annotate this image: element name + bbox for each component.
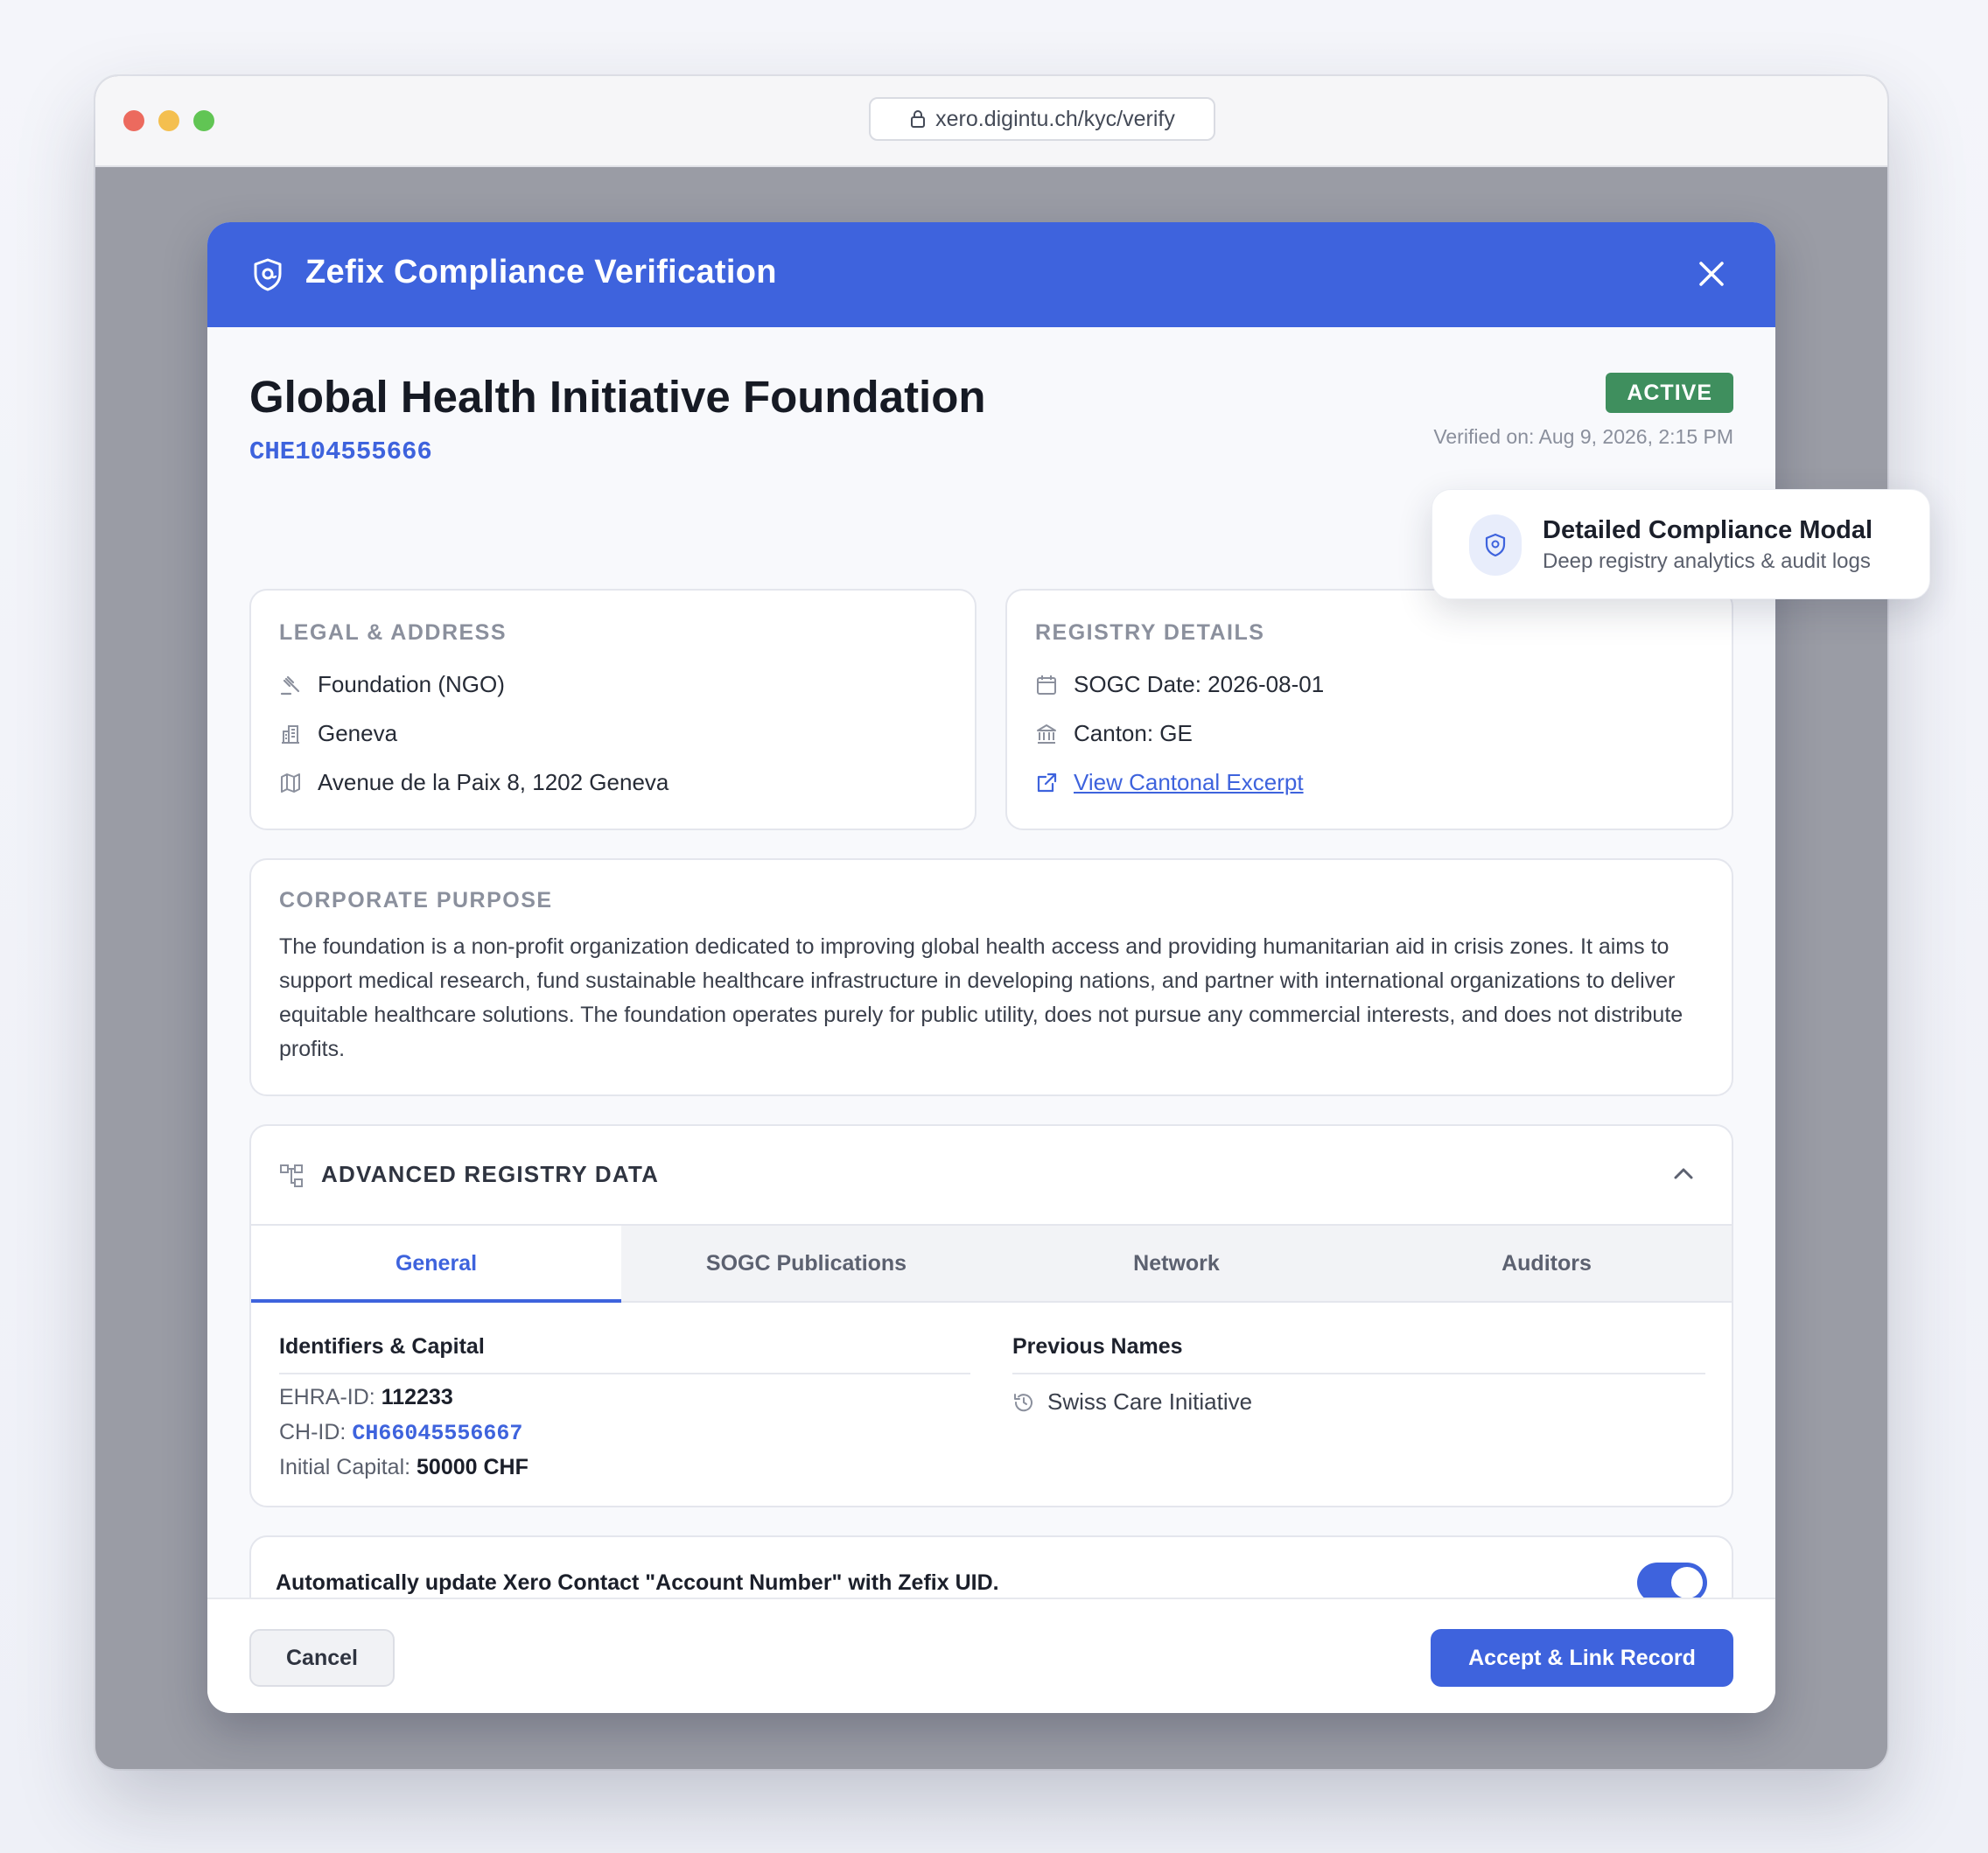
shield-icon xyxy=(254,258,282,291)
window-minimize-dot[interactable] xyxy=(158,110,179,131)
ch-id-value: CH66045556667 xyxy=(352,1421,523,1446)
url-text: xero.digintu.ch/kyc/verify xyxy=(935,106,1175,131)
hierarchy-icon xyxy=(280,1164,303,1187)
entity-uid: CHE104555666 xyxy=(249,437,432,466)
purpose-card-title: CORPORATE PURPOSE xyxy=(279,888,553,913)
accept-link-button[interactable]: Accept & Link Record xyxy=(1431,1629,1733,1687)
institution-icon xyxy=(1037,724,1056,744)
registry-card-title: REGISTRY DETAILS xyxy=(1035,620,1265,645)
capital-row: Initial Capital: 50000 CHF xyxy=(279,1455,528,1480)
address-row: Avenue de la Paix 8, 1202 Geneva xyxy=(279,769,668,796)
advanced-registry-card: ADVANCED REGISTRY DATA General SOGC Publ… xyxy=(249,1124,1733,1507)
excerpt-row[interactable]: View Cantonal Excerpt xyxy=(1035,769,1304,796)
ehra-id-row: EHRA-ID: 112233 xyxy=(279,1385,453,1410)
toggle-knob xyxy=(1671,1567,1703,1598)
corporate-purpose-card: CORPORATE PURPOSE The foundation is a no… xyxy=(249,858,1733,1096)
registry-details-card: REGISTRY DETAILS SOGC Date: 2026-08-01 C… xyxy=(1005,589,1733,830)
ch-id-label: CH-ID: xyxy=(279,1420,346,1444)
browser-window: xero.digintu.ch/kyc/verify Zefix Complia… xyxy=(95,76,1887,1769)
legal-card-title: LEGAL & ADDRESS xyxy=(279,620,508,645)
history-icon xyxy=(1014,1393,1032,1411)
gavel-icon xyxy=(280,675,300,695)
chevron-up-icon[interactable] xyxy=(1670,1161,1697,1187)
compliance-modal: Zefix Compliance Verification Global Hea… xyxy=(207,222,1775,1713)
previous-names-divider xyxy=(1012,1373,1705,1374)
legal-form-text: Foundation (NGO) xyxy=(318,671,505,697)
status-badge: ACTIVE xyxy=(1606,373,1733,413)
previous-names-title: Previous Names xyxy=(1012,1334,1183,1359)
registry-tabs: General SOGC Publications Network Audito… xyxy=(251,1224,1732,1303)
previous-name-text: Swiss Care Initiative xyxy=(1047,1388,1253,1415)
previous-name-item: Swiss Care Initiative xyxy=(1012,1388,1252,1416)
tab-sogc-publications[interactable]: SOGC Publications xyxy=(621,1226,991,1301)
address-bar[interactable]: xero.digintu.ch/kyc/verify xyxy=(869,97,1215,141)
canton-row: Canton: GE xyxy=(1035,720,1193,747)
identifiers-title: Identifiers & Capital xyxy=(279,1334,485,1359)
tab-auditors[interactable]: Auditors xyxy=(1362,1226,1732,1301)
cantonal-excerpt-link[interactable]: View Cantonal Excerpt xyxy=(1074,769,1304,796)
calendar-icon xyxy=(1037,675,1056,695)
sogc-date-text: SOGC Date: 2026-08-01 xyxy=(1074,671,1325,697)
compliance-tooltip: Detailed Compliance Modal Deep registry … xyxy=(1432,489,1930,599)
tooltip-subtitle: Deep registry analytics & audit logs xyxy=(1543,549,1871,573)
entity-name: Global Health Initiative Foundation xyxy=(249,372,986,422)
address-text: Avenue de la Paix 8, 1202 Geneva xyxy=(318,769,669,795)
lock-icon xyxy=(911,110,926,128)
shield-icon xyxy=(1485,533,1506,557)
tab-general[interactable]: General xyxy=(251,1226,621,1303)
capital-label: Initial Capital: xyxy=(279,1455,411,1479)
capital-value: 50000 CHF xyxy=(416,1455,528,1479)
map-icon xyxy=(281,773,300,793)
tooltip-title: Detailed Compliance Modal xyxy=(1543,516,1873,544)
identifiers-divider xyxy=(279,1373,970,1374)
close-icon[interactable] xyxy=(1697,259,1726,289)
verified-timestamp: Verified on: Aug 9, 2026, 2:15 PM xyxy=(1433,425,1733,448)
cancel-button[interactable]: Cancel xyxy=(249,1629,395,1687)
city-text: Geneva xyxy=(318,720,398,746)
sogc-date-row: SOGC Date: 2026-08-01 xyxy=(1035,671,1324,698)
ehra-id-label: EHRA-ID: xyxy=(279,1385,375,1409)
modal-header: Zefix Compliance Verification xyxy=(207,222,1775,327)
legal-address-card: LEGAL & ADDRESS Foundation (NGO) Geneva … xyxy=(249,589,976,830)
auto-update-label: Automatically update Xero Contact "Accou… xyxy=(276,1570,999,1595)
tab-network[interactable]: Network xyxy=(991,1226,1362,1301)
advanced-section-title: ADVANCED REGISTRY DATA xyxy=(321,1161,660,1187)
external-link-icon xyxy=(1037,773,1057,792)
building-icon xyxy=(282,724,299,744)
window-maximize-dot[interactable] xyxy=(193,110,214,131)
purpose-text: The foundation is a non-profit organizat… xyxy=(279,934,1684,1061)
modal-footer: Cancel Accept & Link Record xyxy=(207,1598,1775,1713)
canton-text: Canton: GE xyxy=(1074,720,1193,746)
browser-titlebar: xero.digintu.ch/kyc/verify xyxy=(95,76,1887,167)
tooltip-icon-badge xyxy=(1469,514,1522,576)
city-row: Geneva xyxy=(279,720,397,747)
legal-form-row: Foundation (NGO) xyxy=(279,671,505,698)
ch-id-row: CH-ID: CH66045556667 xyxy=(279,1420,522,1446)
modal-title: Zefix Compliance Verification xyxy=(305,254,777,290)
ehra-id-value: 112233 xyxy=(381,1385,453,1409)
window-close-dot[interactable] xyxy=(123,110,144,131)
